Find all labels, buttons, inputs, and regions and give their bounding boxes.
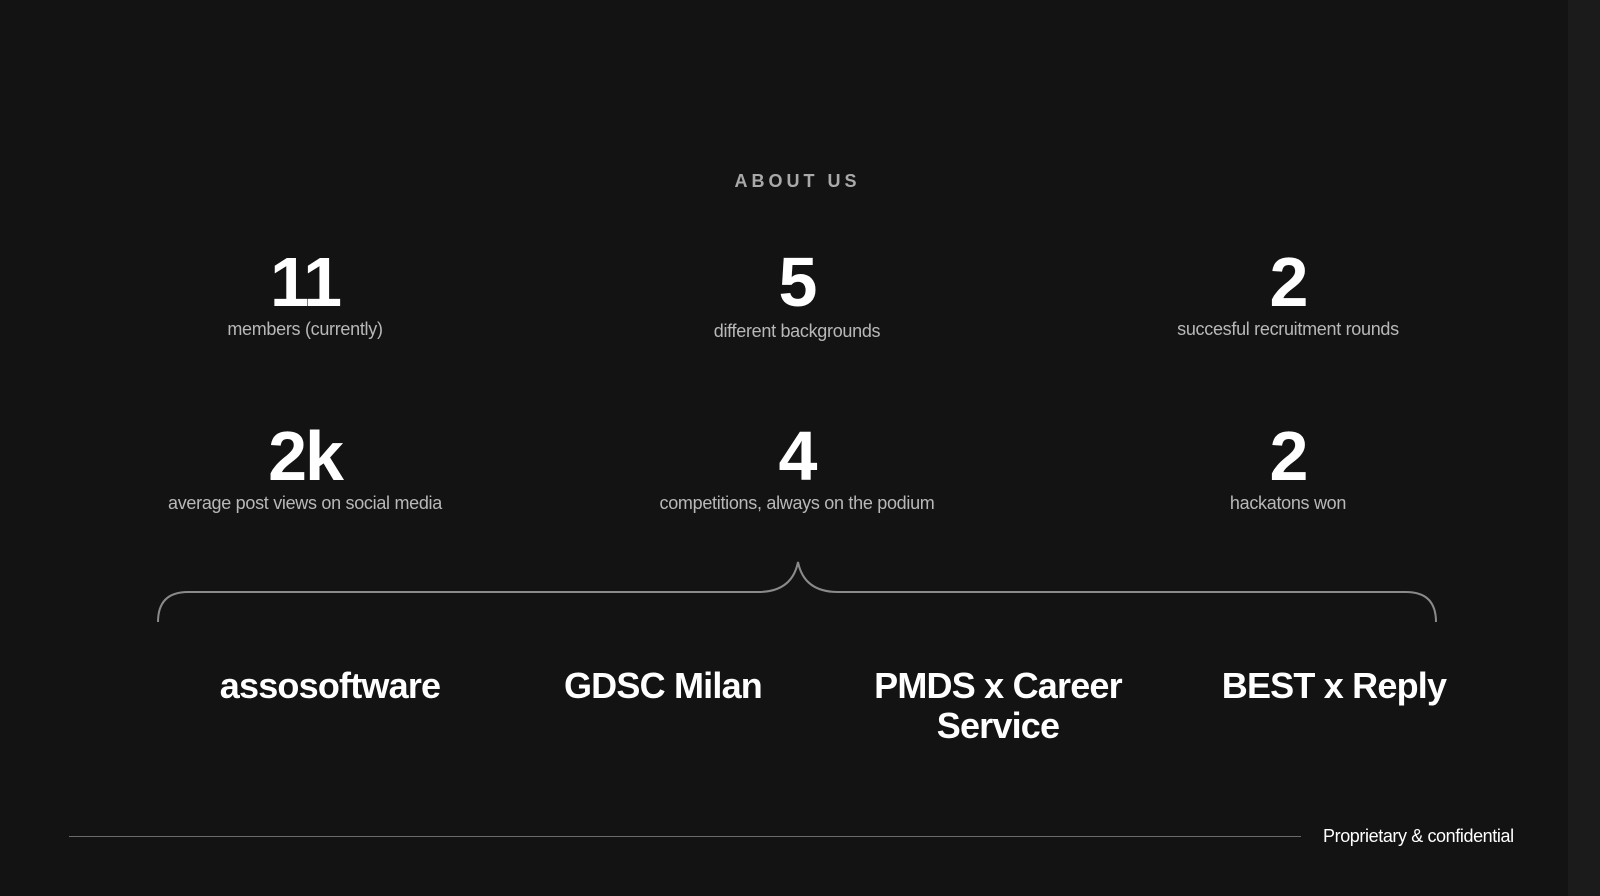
stat-label: succesful recruitment rounds [1177,319,1399,339]
stat-hackatons: 2 hackatons won [1078,420,1498,514]
stat-recruitment: 2 succesful recruitment rounds [1078,246,1498,340]
footer-divider [69,836,1301,837]
footer-confidential: Proprietary & confidential [1323,826,1514,846]
stat-value: 2 [1269,417,1309,495]
stat-post-views: 2k average post views on social media [95,420,515,514]
stat-backgrounds: 5 different backgrounds [587,246,1007,342]
stat-value: 2k [268,417,344,495]
stat-value: 2 [1269,243,1309,321]
stat-members: 11 members (currently) [95,246,515,340]
slide-edge [1568,0,1600,896]
stat-value: 4 [778,417,818,495]
stat-label: hackatons won [1229,493,1347,513]
stat-label: members (currently) [227,319,383,339]
competition-pmds-career-service: PMDS x Career Service [874,665,1123,746]
stat-value: 5 [778,243,818,321]
stat-label: different backgrounds [713,321,881,341]
stat-label: average post views on social media [168,493,442,513]
competition-best-reply: BEST x Reply [1221,665,1447,706]
section-title: ABOUT US [734,171,861,191]
stat-label: competitions, always on the podium [659,493,935,513]
stat-value: 11 [270,243,342,321]
competition-assosoftware: assosoftware [219,665,441,706]
stat-competitions: 4 competitions, always on the podium [587,420,1007,514]
competition-gdsc-milan: GDSC Milan [563,665,763,706]
